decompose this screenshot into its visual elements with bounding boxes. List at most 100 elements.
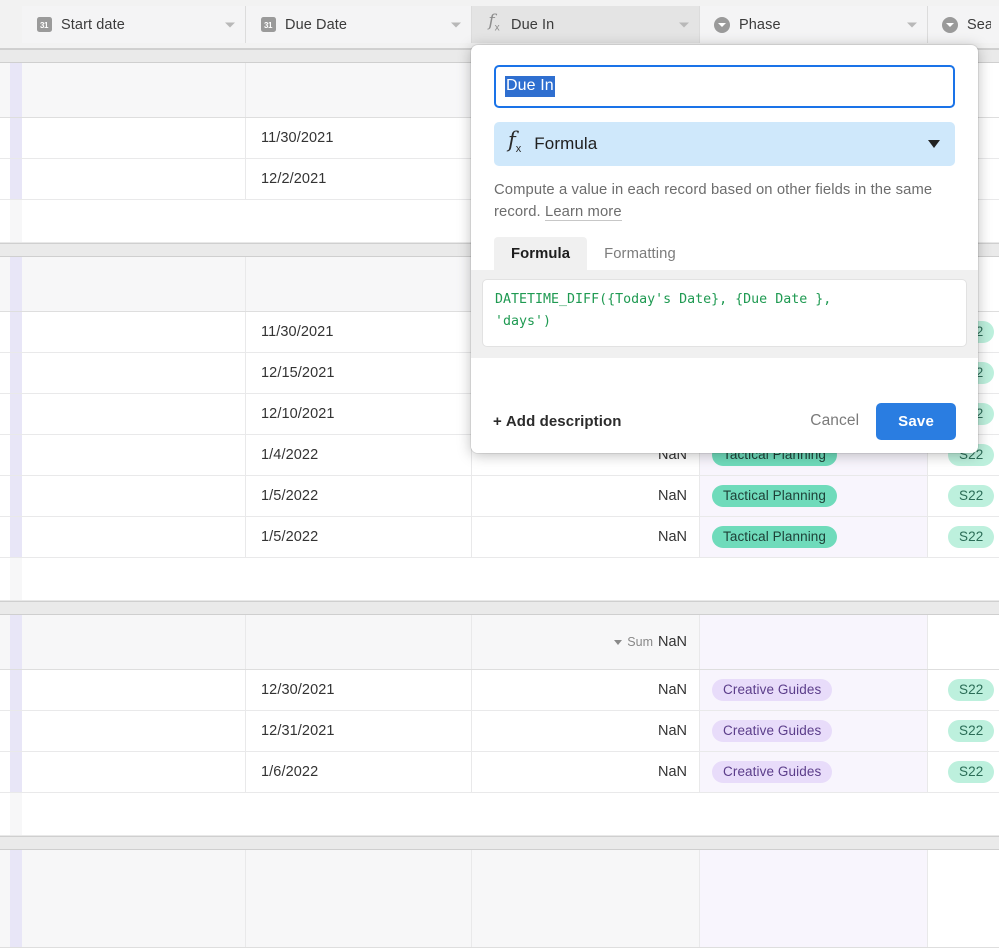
cancel-button[interactable]: Cancel (810, 412, 859, 430)
column-header-label: Due Date (285, 16, 348, 33)
row-color-band (10, 711, 22, 751)
cell-due-date[interactable]: 12/15/2021 (246, 353, 472, 393)
dialog-tabs[interactable]: Formula Formatting (494, 237, 955, 270)
summary-cell-season (928, 615, 999, 669)
cell-due-date[interactable]: 12/10/2021 (246, 394, 472, 434)
save-button[interactable]: Save (876, 402, 956, 440)
cell-season[interactable]: S22 (928, 711, 999, 751)
summary-cell-season (928, 850, 999, 947)
formula-fx-icon: fx (508, 128, 522, 156)
status-badge: Tactical Planning (712, 526, 838, 548)
row-color-band (10, 476, 22, 516)
tab-formula[interactable]: Formula (494, 237, 588, 270)
cell-start-date[interactable] (22, 476, 246, 516)
season-badge: S22 (948, 485, 995, 507)
cell-value: 1/5/2022 (261, 488, 319, 504)
cell-season[interactable]: S22 (928, 517, 999, 557)
chevron-down-icon[interactable] (614, 639, 623, 645)
row-color-band (10, 394, 22, 434)
chevron-down-icon[interactable] (451, 22, 461, 27)
table-row[interactable]: 12/31/2021 NaN Creative Guides S22 (0, 711, 999, 752)
cell-value: 12/31/2021 (261, 723, 335, 739)
cell-due-date[interactable]: 1/5/2022 (246, 517, 472, 557)
chevron-down-icon[interactable] (225, 22, 235, 27)
row-color-band (10, 435, 22, 475)
cell-due-date[interactable]: 1/6/2022 (246, 752, 472, 792)
cell-due-date[interactable]: 12/30/2021 (246, 670, 472, 710)
group-color-band (10, 850, 22, 947)
season-badge: S22 (948, 720, 995, 742)
cell-due-date[interactable]: 12/2/2021 (246, 159, 472, 199)
cell-season[interactable]: S22 (928, 670, 999, 710)
add-record-row[interactable] (0, 793, 999, 836)
cell-start-date[interactable] (22, 118, 246, 158)
cell-value: 1/6/2022 (261, 764, 319, 780)
cell-due-date[interactable]: 11/30/2021 (246, 118, 472, 158)
group-separator (0, 836, 999, 850)
chevron-down-icon[interactable] (679, 22, 689, 27)
summary-cell-start-date (22, 850, 246, 947)
cell-start-date[interactable] (22, 517, 246, 557)
cell-start-date[interactable] (22, 353, 246, 393)
learn-more-link[interactable]: Learn more (544, 204, 622, 221)
cell-phase[interactable]: Creative Guides (700, 752, 928, 792)
dialog-footer: + Add description Cancel Save (471, 389, 978, 453)
column-header-due-in[interactable]: fx Due In (472, 6, 700, 43)
formula-input[interactable]: DATETIME_DIFF({Today's Date}, {Due Date … (482, 279, 967, 347)
season-badge: S22 (948, 679, 995, 701)
cell-phase[interactable]: Creative Guides (700, 670, 928, 710)
cell-phase[interactable]: Tactical Planning (700, 476, 928, 516)
column-header-label: Seaso (967, 16, 991, 33)
summary-value: NaN (657, 634, 687, 650)
cell-start-date[interactable] (22, 435, 246, 475)
cell-due-date[interactable]: 1/4/2022 (246, 435, 472, 475)
cell-due-date[interactable]: 11/30/2021 (246, 312, 472, 352)
cell-phase[interactable]: Tactical Planning (700, 517, 928, 557)
row-color-band (10, 118, 22, 158)
add-record-row[interactable] (0, 558, 999, 601)
summary-cell-due-date (246, 850, 472, 947)
column-header-due-date[interactable]: 31 Due Date (246, 6, 472, 43)
table-row[interactable]: 1/6/2022 NaN Creative Guides S22 (0, 752, 999, 793)
formula-fx-icon: fx (488, 11, 500, 34)
summary-function-label: Sum (627, 635, 653, 649)
cell-due-date[interactable]: 1/5/2022 (246, 476, 472, 516)
cell-due-in[interactable]: NaN (472, 670, 700, 710)
group-color-band (10, 257, 22, 311)
row-color-band (10, 793, 22, 835)
chevron-down-icon[interactable] (928, 140, 940, 148)
field-type-select[interactable]: fx Formula (494, 122, 955, 166)
cell-phase[interactable]: Creative Guides (700, 711, 928, 751)
summary-cell-due-in[interactable] (472, 850, 700, 947)
add-description-label: Add description (505, 412, 622, 430)
field-name-input[interactable]: Due In (494, 65, 955, 108)
cell-due-in[interactable]: NaN (472, 752, 700, 792)
add-description-button[interactable]: + Add description (493, 413, 622, 430)
cell-due-in[interactable]: NaN (472, 517, 700, 557)
cell-start-date[interactable] (22, 670, 246, 710)
cell-due-in[interactable]: NaN (472, 476, 700, 516)
cell-start-date[interactable] (22, 752, 246, 792)
chevron-down-icon[interactable] (907, 22, 917, 27)
column-header-season[interactable]: Seaso (928, 6, 999, 43)
column-header-phase[interactable]: Phase (700, 6, 928, 43)
cell-start-date[interactable] (22, 711, 246, 751)
table-row[interactable]: 12/30/2021 NaN Creative Guides S22 (0, 670, 999, 711)
calendar-icon: 31 (35, 17, 53, 32)
field-config-dialog[interactable]: Due In fx Formula Compute a value in eac… (471, 45, 978, 453)
status-badge: Creative Guides (712, 720, 833, 742)
cell-season[interactable]: S22 (928, 476, 999, 516)
group-summary-row (0, 850, 999, 948)
cell-due-in[interactable]: NaN (472, 711, 700, 751)
table-row[interactable]: 1/5/2022 NaN Tactical Planning S22 (0, 476, 999, 517)
tab-formatting[interactable]: Formatting (587, 237, 693, 270)
cell-start-date[interactable] (22, 159, 246, 199)
column-header-start-date[interactable]: 31 Start date (22, 6, 246, 43)
cell-season[interactable]: S22 (928, 752, 999, 792)
cell-due-date[interactable]: 12/31/2021 (246, 711, 472, 751)
cell-start-date[interactable] (22, 394, 246, 434)
summary-cell-due-in[interactable]: Sum NaN (472, 615, 700, 669)
table-row[interactable]: 1/5/2022 NaN Tactical Planning S22 (0, 517, 999, 558)
cell-start-date[interactable] (22, 312, 246, 352)
formula-text: DATETIME_DIFF({Today's Date}, {Due Date … (495, 292, 832, 329)
